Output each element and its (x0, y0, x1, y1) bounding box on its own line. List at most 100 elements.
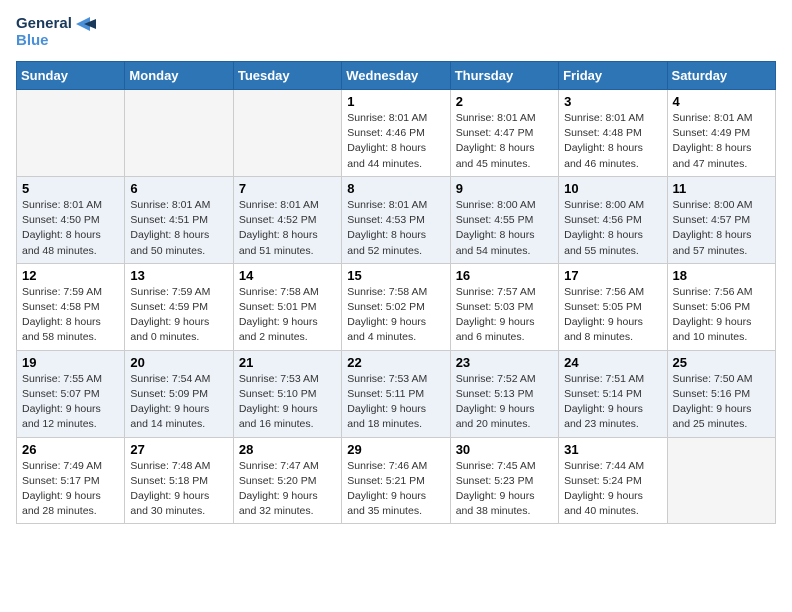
day-number: 10 (564, 181, 661, 196)
day-number: 27 (130, 442, 227, 457)
calendar-cell (233, 90, 341, 177)
day-info: Sunrise: 8:01 AM Sunset: 4:51 PM Dayligh… (130, 198, 227, 259)
calendar-cell: 22Sunrise: 7:53 AM Sunset: 5:11 PM Dayli… (342, 350, 450, 437)
day-number: 24 (564, 355, 661, 370)
week-row-2: 5 Sunrise: 8:01 AM Sunset: 4:50 PM Daylig… (17, 176, 776, 263)
day-info: Sunrise: 7:49 AM Sunset: 5:17 PM Dayligh… (22, 459, 119, 520)
day-number: 25 (673, 355, 770, 370)
weekday-header-saturday: Saturday (667, 62, 775, 90)
weekday-header-tuesday: Tuesday (233, 62, 341, 90)
day-number: 7 (239, 181, 336, 196)
calendar-cell: 25 Sunrise: 7:50 AM Sunset: 5:16 PM Dayli… (667, 350, 775, 437)
day-info: Sunrise: 8:01 AM Sunset: 4:52 PM Dayligh… (239, 198, 336, 259)
weekday-header-sunday: Sunday (17, 62, 125, 90)
day-info: Sunrise: 7:54 AM Sunset: 5:09 PM Dayligh… (130, 372, 227, 433)
day-number: 31 (564, 442, 661, 457)
calendar-cell: 17Sunrise: 7:56 AM Sunset: 5:05 PM Dayli… (559, 263, 667, 350)
day-number: 6 (130, 181, 227, 196)
day-info: Sunrise: 7:59 AM Sunset: 4:58 PM Dayligh… (22, 285, 119, 346)
day-info: Sunrise: 8:01 AM Sunset: 4:48 PM Dayligh… (564, 111, 661, 172)
week-row-4: 19 Sunrise: 7:55 AM Sunset: 5:07 PM Dayli… (17, 350, 776, 437)
calendar-cell: 10Sunrise: 8:00 AM Sunset: 4:56 PM Dayli… (559, 176, 667, 263)
day-number: 11 (673, 181, 770, 196)
day-number: 30 (456, 442, 553, 457)
day-info: Sunrise: 7:53 AM Sunset: 5:11 PM Dayligh… (347, 372, 444, 433)
calendar-cell: 18Sunrise: 7:56 AM Sunset: 5:06 PM Dayli… (667, 263, 775, 350)
day-number: 28 (239, 442, 336, 457)
calendar-cell: 8Sunrise: 8:01 AM Sunset: 4:53 PM Daylig… (342, 176, 450, 263)
calendar-cell: 1 Sunrise: 8:01 AM Sunset: 4:46 PM Daylig… (342, 90, 450, 177)
day-number: 19 (22, 355, 119, 370)
day-info: Sunrise: 7:48 AM Sunset: 5:18 PM Dayligh… (130, 459, 227, 520)
calendar-cell: 24Sunrise: 7:51 AM Sunset: 5:14 PM Dayli… (559, 350, 667, 437)
calendar-cell: 29 Sunrise: 7:46 AM Sunset: 5:21 PM Dayli… (342, 437, 450, 524)
calendar-cell (667, 437, 775, 524)
day-info: Sunrise: 7:58 AM Sunset: 5:01 PM Dayligh… (239, 285, 336, 346)
day-number: 21 (239, 355, 336, 370)
calendar-cell: 11 Sunrise: 8:00 AM Sunset: 4:57 PM Dayli… (667, 176, 775, 263)
calendar-cell: 15Sunrise: 7:58 AM Sunset: 5:02 PM Dayli… (342, 263, 450, 350)
calendar-cell: 26 Sunrise: 7:49 AM Sunset: 5:17 PM Dayli… (17, 437, 125, 524)
day-number: 12 (22, 268, 119, 283)
week-row-3: 12 Sunrise: 7:59 AM Sunset: 4:58 PM Dayli… (17, 263, 776, 350)
day-info: Sunrise: 7:55 AM Sunset: 5:07 PM Dayligh… (22, 372, 119, 433)
day-number: 1 (347, 94, 444, 109)
calendar-cell: 6 Sunrise: 8:01 AM Sunset: 4:51 PM Daylig… (125, 176, 233, 263)
day-number: 2 (456, 94, 553, 109)
logo-text: General Blue (16, 16, 96, 49)
day-info: Sunrise: 7:56 AM Sunset: 5:06 PM Dayligh… (673, 285, 770, 346)
day-info: Sunrise: 7:52 AM Sunset: 5:13 PM Dayligh… (456, 372, 553, 433)
day-info: Sunrise: 7:59 AM Sunset: 4:59 PM Dayligh… (130, 285, 227, 346)
calendar-cell: 2 Sunrise: 8:01 AM Sunset: 4:47 PM Daylig… (450, 90, 558, 177)
calendar-cell: 7 Sunrise: 8:01 AM Sunset: 4:52 PM Daylig… (233, 176, 341, 263)
calendar-cell: 31 Sunrise: 7:44 AM Sunset: 5:24 PM Dayli… (559, 437, 667, 524)
day-number: 15 (347, 268, 444, 283)
day-info: Sunrise: 7:44 AM Sunset: 5:24 PM Dayligh… (564, 459, 661, 520)
day-info: Sunrise: 8:01 AM Sunset: 4:50 PM Dayligh… (22, 198, 119, 259)
logo-wing-icon (76, 17, 96, 31)
weekday-header-thursday: Thursday (450, 62, 558, 90)
day-info: Sunrise: 7:50 AM Sunset: 5:16 PM Dayligh… (673, 372, 770, 433)
day-info: Sunrise: 7:57 AM Sunset: 5:03 PM Dayligh… (456, 285, 553, 346)
day-info: Sunrise: 8:01 AM Sunset: 4:47 PM Dayligh… (456, 111, 553, 172)
calendar-cell: 4Sunrise: 8:01 AM Sunset: 4:49 PM Daylig… (667, 90, 775, 177)
day-info: Sunrise: 8:01 AM Sunset: 4:49 PM Dayligh… (673, 111, 770, 172)
day-info: Sunrise: 8:01 AM Sunset: 4:46 PM Dayligh… (347, 111, 444, 172)
calendar-cell: 19 Sunrise: 7:55 AM Sunset: 5:07 PM Dayli… (17, 350, 125, 437)
day-number: 20 (130, 355, 227, 370)
calendar-cell (125, 90, 233, 177)
day-info: Sunrise: 7:45 AM Sunset: 5:23 PM Dayligh… (456, 459, 553, 520)
calendar-cell: 12 Sunrise: 7:59 AM Sunset: 4:58 PM Dayli… (17, 263, 125, 350)
day-number: 26 (22, 442, 119, 457)
calendar-cell: 9Sunrise: 8:00 AM Sunset: 4:55 PM Daylig… (450, 176, 558, 263)
weekday-header-wednesday: Wednesday (342, 62, 450, 90)
day-number: 5 (22, 181, 119, 196)
calendar-cell: 23 Sunrise: 7:52 AM Sunset: 5:13 PM Dayli… (450, 350, 558, 437)
calendar-cell: 5 Sunrise: 8:01 AM Sunset: 4:50 PM Daylig… (17, 176, 125, 263)
calendar-cell: 16 Sunrise: 7:57 AM Sunset: 5:03 PM Dayli… (450, 263, 558, 350)
week-row-1: 1 Sunrise: 8:01 AM Sunset: 4:46 PM Daylig… (17, 90, 776, 177)
weekday-header-row: SundayMondayTuesdayWednesdayThursdayFrid… (17, 62, 776, 90)
calendar-cell: 30 Sunrise: 7:45 AM Sunset: 5:23 PM Dayli… (450, 437, 558, 524)
day-info: Sunrise: 7:47 AM Sunset: 5:20 PM Dayligh… (239, 459, 336, 520)
day-number: 16 (456, 268, 553, 283)
day-info: Sunrise: 8:01 AM Sunset: 4:53 PM Dayligh… (347, 198, 444, 259)
day-number: 29 (347, 442, 444, 457)
logo: General Blue (16, 16, 96, 49)
day-info: Sunrise: 8:00 AM Sunset: 4:57 PM Dayligh… (673, 198, 770, 259)
calendar-cell: 27 Sunrise: 7:48 AM Sunset: 5:18 PM Dayli… (125, 437, 233, 524)
weekday-header-friday: Friday (559, 62, 667, 90)
day-info: Sunrise: 7:53 AM Sunset: 5:10 PM Dayligh… (239, 372, 336, 433)
header: General Blue (16, 16, 776, 49)
week-row-5: 26 Sunrise: 7:49 AM Sunset: 5:17 PM Dayli… (17, 437, 776, 524)
calendar-cell: 14Sunrise: 7:58 AM Sunset: 5:01 PM Dayli… (233, 263, 341, 350)
day-info: Sunrise: 7:46 AM Sunset: 5:21 PM Dayligh… (347, 459, 444, 520)
day-number: 3 (564, 94, 661, 109)
weekday-header-monday: Monday (125, 62, 233, 90)
calendar-cell: 28 Sunrise: 7:47 AM Sunset: 5:20 PM Dayli… (233, 437, 341, 524)
day-number: 17 (564, 268, 661, 283)
calendar-cell: 20 Sunrise: 7:54 AM Sunset: 5:09 PM Dayli… (125, 350, 233, 437)
calendar: SundayMondayTuesdayWednesdayThursdayFrid… (16, 61, 776, 524)
day-number: 23 (456, 355, 553, 370)
calendar-cell (17, 90, 125, 177)
